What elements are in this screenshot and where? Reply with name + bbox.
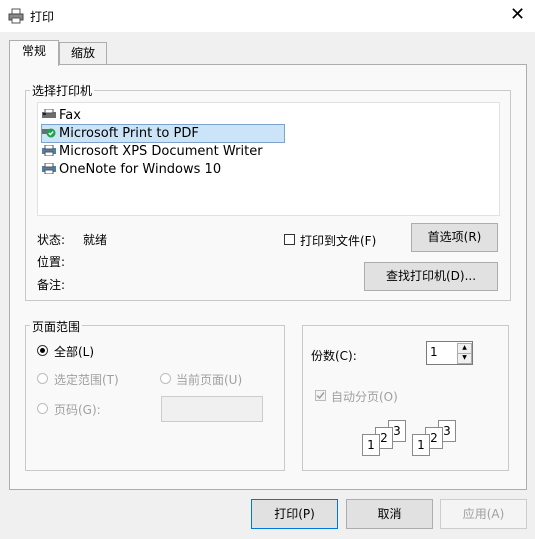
page-range-current-radio[interactable] [160, 373, 171, 384]
collate-illustration-icon: 3 2 1 [360, 418, 408, 458]
apply-button[interactable]: 应用(A) [440, 499, 527, 529]
page-range-all-label[interactable]: 全部(L) [54, 343, 94, 360]
printer-name: OneNote for Windows 10 [59, 162, 222, 177]
copies-input[interactable]: 1 ▲ ▼ [426, 341, 473, 365]
preferences-button[interactable]: 首选项(R) [411, 223, 498, 252]
printer-icon [42, 162, 56, 175]
cancel-button[interactable]: 取消 [346, 499, 433, 529]
status-label: 状态: [37, 233, 66, 247]
comment-label: 备注: [37, 278, 66, 292]
copies-label: 份数(C): [311, 349, 357, 363]
page-range-selection-radio[interactable] [37, 373, 48, 384]
page-range-pages-input[interactable] [161, 396, 263, 422]
tab-general[interactable]: 常规 [9, 40, 59, 66]
printer-icon [8, 8, 24, 24]
copies-down-icon[interactable]: ▼ [457, 353, 472, 364]
close-icon[interactable]: ✕ [500, 0, 535, 32]
collate-label[interactable]: 自动分页(O) [331, 388, 398, 405]
page-range-pages-radio[interactable] [37, 403, 48, 414]
page-range-legend: 页面范围 [30, 318, 83, 335]
print-to-file-label[interactable]: 打印到文件(F) [300, 232, 376, 249]
title-bar: 打印 ✕ [0, 0, 535, 32]
find-printer-button[interactable]: 查找打印机(D)... [364, 262, 498, 291]
printer-item-microsoft-print-to-pdf[interactable]: Microsoft Print to PDF [41, 124, 285, 143]
tab-zoom[interactable]: 缩放 [59, 42, 107, 65]
page-range-all-radio[interactable] [37, 345, 48, 356]
page-range-current-label[interactable]: 当前页面(U) [176, 371, 242, 388]
printer-item-fax[interactable]: Fax [42, 107, 81, 124]
page-range-selection-label[interactable]: 选定范围(T) [54, 371, 119, 388]
printer-name: Microsoft Print to PDF [59, 126, 199, 141]
printer-list[interactable]: Fax Microsoft Print to PDF Microsoft XPS… [37, 102, 500, 216]
printer-item-onenote-for-windows-10[interactable]: OneNote for Windows 10 [42, 161, 221, 178]
printer-default-icon [42, 126, 56, 138]
print-button[interactable]: 打印(P) [251, 499, 338, 529]
status-value: 就绪 [83, 233, 108, 247]
collate-checkbox[interactable] [315, 390, 326, 401]
page-range-pages-label[interactable]: 页码(G): [54, 401, 101, 418]
fax-icon [42, 108, 56, 119]
location-label: 位置: [37, 255, 66, 269]
select-printer-legend: 选择打印机 [30, 82, 95, 99]
printer-name: Fax [59, 108, 81, 123]
collate-illustration-icon: 3 2 1 [410, 418, 458, 458]
copies-value: 1 [430, 345, 438, 359]
window-title: 打印 [30, 10, 55, 24]
print-to-file-checkbox[interactable] [284, 234, 295, 245]
printer-name: Microsoft XPS Document Writer [59, 144, 263, 159]
printer-item-microsoft-xps-document-writer[interactable]: Microsoft XPS Document Writer [42, 143, 263, 160]
printer-icon [42, 144, 56, 157]
